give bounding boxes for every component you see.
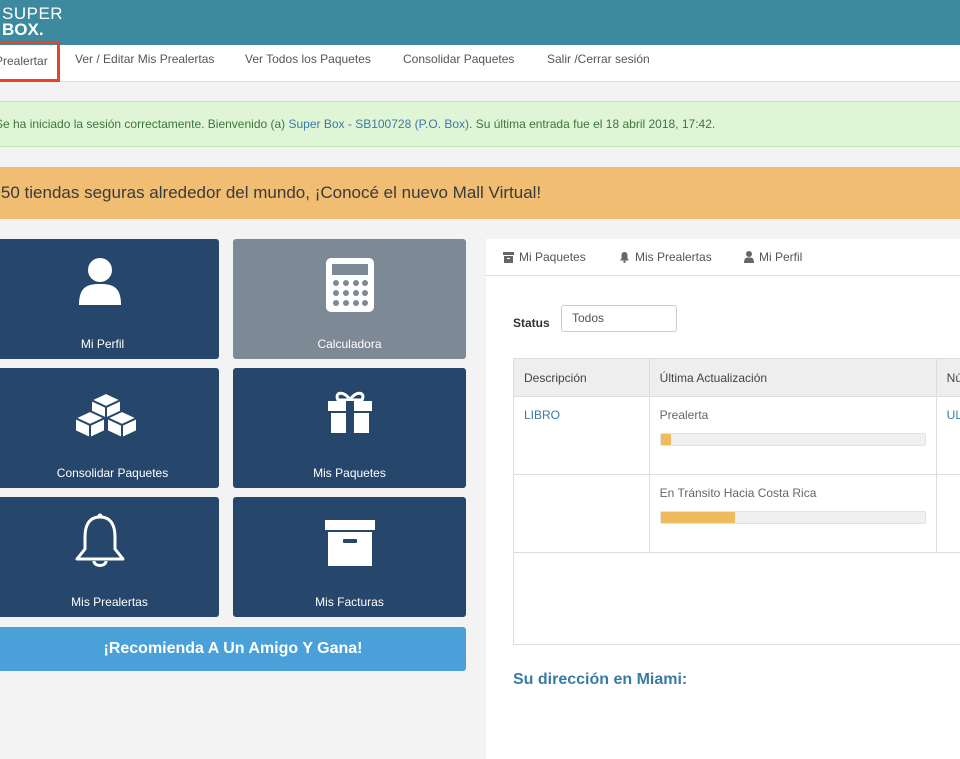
tile-mis-paquetes[interactable]: Mis Paquetes [233, 368, 466, 488]
tab-mi-paquetes[interactable]: Mi Paquetes [503, 239, 586, 276]
archive-icon [324, 519, 376, 570]
login-success-alert: Se ha iniciado la sesión correctamente. … [0, 101, 960, 147]
banner-text: +50 tiendas seguras alrededor del mundo,… [0, 183, 541, 202]
top-header: SUPER BOX. [0, 0, 960, 45]
tile-calculadora[interactable]: Calculadora [233, 239, 466, 359]
nav-consolidar-paquetes[interactable]: Consolidar Paquetes [403, 45, 514, 82]
tile-label: Calculadora [233, 337, 466, 351]
empty-cell [514, 553, 960, 645]
main-nav: Prealertar Ver / Editar Mis Prealertas V… [0, 45, 960, 82]
tile-mis-facturas[interactable]: Mis Facturas [233, 497, 466, 617]
col-ultima-actualizacion[interactable]: Última Actualización [649, 359, 936, 397]
alert-user-link[interactable]: Super Box - SB100728 (P.O. Box) [289, 117, 470, 131]
row-status: Prealerta [660, 408, 709, 422]
row-status: En Tránsito Hacia Costa Rica [660, 486, 817, 500]
table-row-empty [514, 553, 960, 645]
progress-bar [660, 511, 926, 524]
tile-label: Consolidar Paquetes [6, 466, 219, 480]
row-number-link[interactable]: UL [947, 408, 960, 422]
tab-mi-perfil[interactable]: Mi Perfil [744, 239, 802, 276]
bell-icon [73, 513, 127, 572]
progress-fill [661, 512, 735, 523]
status-select[interactable]: Todos [561, 305, 677, 332]
table-row: En Tránsito Hacia Costa Rica [514, 475, 960, 553]
miami-address-heading: Su dirección en Miami: [513, 671, 687, 689]
status-value: Todos [572, 311, 604, 325]
calculator-icon [325, 257, 375, 316]
alert-text-after: . Su última entrada fue el 18 abril 2018… [469, 117, 715, 131]
tile-label: Mis Facturas [233, 595, 466, 609]
tile-mi-perfil[interactable]: Mi Perfil [0, 239, 219, 359]
nav-prealertar[interactable]: Prealertar [0, 41, 60, 82]
tile-consolidar-paquetes[interactable]: Consolidar Paquetes [0, 368, 219, 488]
superbox-logo[interactable]: SUPER BOX. [2, 5, 63, 38]
logo-line-2: BOX. [2, 21, 63, 38]
tile-mis-prealertas[interactable]: Mis Prealertas [0, 497, 219, 617]
col-descripcion[interactable]: Descripción [514, 359, 650, 397]
nav-salir[interactable]: Salir /Cerrar sesión [547, 45, 650, 82]
cta-label: ¡Recomienda A Un Amigo Y Gana! [103, 640, 362, 657]
boxes-icon [73, 386, 139, 443]
status-label: Status [513, 316, 550, 330]
progress-fill [661, 434, 672, 445]
refer-friend-button[interactable]: ¡Recomienda A Un Amigo Y Gana! [0, 627, 466, 671]
tab-label: Mis Prealertas [635, 250, 712, 264]
alert-text-before: Se ha iniciado la sesión correctamente. … [0, 117, 289, 131]
user-icon [744, 251, 754, 263]
table-header-row: Descripción Última Actualización Nú [514, 359, 960, 397]
panel-tabs: Mi Paquetes Mis Prealertas Mi Perfil [486, 239, 960, 276]
tile-label: Mi Perfil [0, 337, 219, 351]
packages-table: Descripción Última Actualización Nú LIBR… [513, 358, 960, 645]
progress-bar [660, 433, 926, 446]
gift-icon [326, 390, 374, 437]
user-icon [77, 257, 123, 310]
nav-ver-editar-prealertas[interactable]: Ver / Editar Mis Prealertas [75, 45, 214, 82]
tab-label: Mi Paquetes [519, 250, 586, 264]
nav-ver-todos-paquetes[interactable]: Ver Todos los Paquetes [245, 45, 371, 82]
row-description-link[interactable]: LIBRO [524, 408, 560, 422]
table-row: LIBRO Prealerta UL [514, 397, 960, 475]
mall-virtual-banner[interactable]: +50 tiendas seguras alrededor del mundo,… [0, 167, 960, 219]
tile-label: Mis Paquetes [233, 466, 466, 480]
tile-label: Mis Prealertas [0, 595, 219, 609]
archive-icon [503, 252, 514, 263]
tab-mis-prealertas[interactable]: Mis Prealertas [619, 239, 712, 276]
packages-panel: Mi Paquetes Mis Prealertas Mi Perfil Sta… [486, 239, 960, 759]
col-numero[interactable]: Nú [936, 359, 960, 397]
bell-icon [619, 251, 630, 263]
tab-label: Mi Perfil [759, 250, 802, 264]
